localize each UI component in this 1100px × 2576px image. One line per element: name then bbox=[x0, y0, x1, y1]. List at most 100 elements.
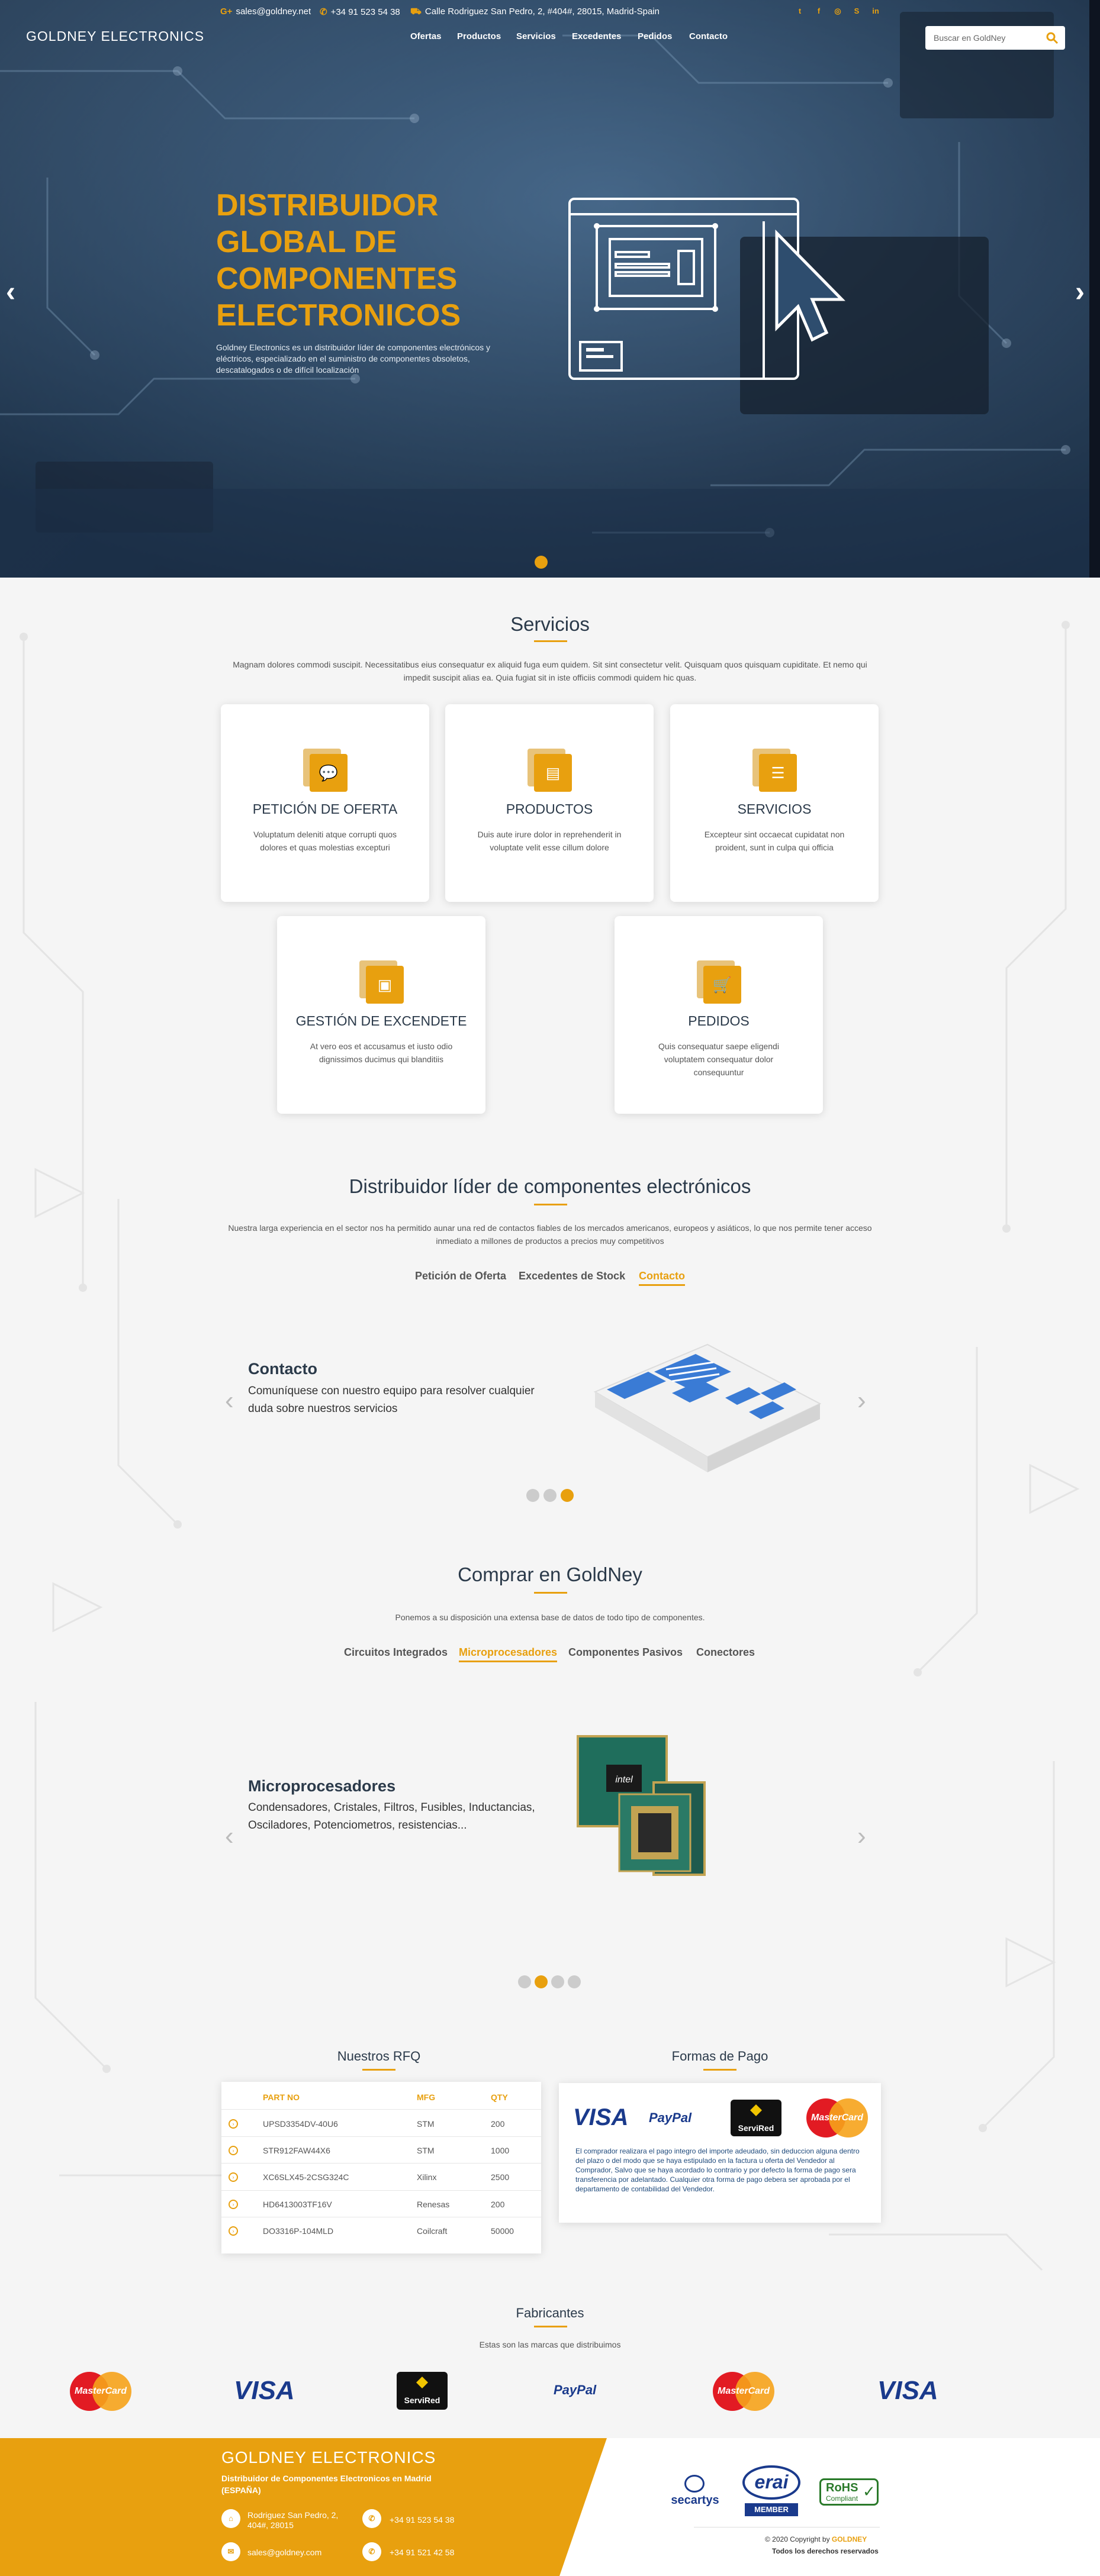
card-text: Duis aute irure dolor in reprehenderit i… bbox=[477, 830, 622, 852]
skype-icon[interactable]: S bbox=[850, 5, 863, 18]
phone-icon: ✆ bbox=[320, 7, 327, 17]
comprar-slide-dot-1[interactable] bbox=[518, 1975, 531, 1988]
topbar-email[interactable]: G+ sales@goldney.net bbox=[220, 7, 311, 17]
map-marker-icon: ⌂ bbox=[221, 2509, 240, 2528]
rfq-header-part: PART NO bbox=[263, 2093, 300, 2102]
payment-title: Formas de Pago bbox=[671, 2049, 768, 2064]
tab-microprocesadores[interactable]: Microprocesadores bbox=[459, 1646, 558, 1662]
servicios-title-underline bbox=[534, 640, 567, 642]
brand-logo-visa-2[interactable]: VISA bbox=[877, 2376, 938, 2406]
brand-logo-paypal[interactable]: PayPal bbox=[554, 2382, 596, 2398]
footer-white-panel bbox=[559, 2438, 1100, 2576]
twitter-icon[interactable]: t bbox=[793, 5, 806, 18]
rfq-part[interactable]: XC6SLX45-2CSG324C bbox=[263, 2172, 349, 2182]
servicios-title: Servicios bbox=[510, 613, 590, 635]
tab-contacto[interactable]: Contacto bbox=[639, 1270, 685, 1286]
map-icon: ⛟ bbox=[410, 7, 422, 17]
brand-logo-servired[interactable]: ServiRed bbox=[397, 2372, 448, 2410]
service-card-pedidos[interactable]: 🛒 PEDIDOS Quis consequatur saepe eligend… bbox=[615, 916, 823, 1114]
footer-phone-1[interactable]: +34 91 523 54 38 bbox=[390, 2515, 454, 2525]
rfq-part[interactable]: UPSD3354DV-40U6 bbox=[263, 2119, 338, 2129]
rfq-part[interactable]: DO3316P-104MLD bbox=[263, 2226, 333, 2236]
distribuidor-title-underline bbox=[534, 1204, 567, 1205]
footer-copyright: © 2020 Copyright by GOLDNEY bbox=[765, 2535, 867, 2543]
search-input[interactable]: Buscar en GoldNey bbox=[925, 26, 1065, 50]
comprar-slide-dot-2[interactable] bbox=[535, 1975, 548, 1988]
distribuidor-slide-dot-3[interactable] bbox=[561, 1489, 574, 1502]
brand-logo-visa[interactable]: VISA bbox=[234, 2376, 295, 2406]
service-card-servicios[interactable]: ☰ SERVICIOS Excepteur sint occaecat cupi… bbox=[670, 704, 879, 902]
distribuidor-slide-text: Comuníquese con nuestro equipo para reso… bbox=[248, 1385, 535, 1415]
distribuidor-prev-arrow[interactable]: ‹ bbox=[225, 1386, 234, 1416]
rfq-title-underline bbox=[362, 2069, 395, 2071]
email-icon: ✉ bbox=[221, 2542, 240, 2561]
linkedin-icon[interactable]: in bbox=[869, 5, 882, 18]
chevron-right-icon[interactable]: › bbox=[229, 2146, 238, 2155]
rfq-qty: 50000 bbox=[491, 2226, 514, 2236]
site-logo[interactable]: GOLDNEY ELECTRONICS bbox=[26, 28, 204, 44]
distribuidor-description: Nuestra larga experiencia en el sector n… bbox=[228, 1223, 872, 1246]
comprar-slide-dot-4[interactable] bbox=[568, 1975, 581, 1988]
brand-logo-mastercard-2[interactable]: MasterCard bbox=[713, 2372, 774, 2411]
server-icon: ☰ bbox=[759, 754, 797, 792]
topbar-phone[interactable]: ✆ +34 91 523 54 38 bbox=[320, 7, 400, 17]
footer-phone-2[interactable]: +34 91 521 42 58 bbox=[390, 2548, 454, 2558]
footer-subtitle: Distribuidor de Componentes Electronicos… bbox=[221, 2474, 432, 2495]
tab-circuitos-integrados[interactable]: Circuitos Integrados bbox=[344, 1646, 448, 1659]
phone-icon: ✆ bbox=[362, 2509, 381, 2528]
comprar-slide-text: Condensadores, Cristales, Filtros, Fusib… bbox=[248, 1801, 535, 1832]
comprar-slide-dot-3[interactable] bbox=[551, 1975, 564, 1988]
chevron-right-icon[interactable]: › bbox=[229, 2172, 238, 2182]
hero-slide-dot[interactable] bbox=[535, 556, 548, 569]
nav-ofertas[interactable]: Ofertas bbox=[410, 31, 442, 41]
card-title: PRODUCTOS bbox=[506, 801, 593, 817]
chevron-right-icon[interactable]: › bbox=[229, 2119, 238, 2129]
footer-rights: Todos los derechos reservados bbox=[772, 2547, 879, 2555]
distribuidor-slide-dot-2[interactable] bbox=[543, 1489, 557, 1502]
distribuidor-slide-dot-1[interactable] bbox=[526, 1489, 539, 1502]
distribuidor-slide-title: Contacto bbox=[248, 1360, 317, 1378]
checkmark-icon: ✓ bbox=[863, 2482, 876, 2500]
footer-address: Rodriguez San Pedro, 2, 404#, 28015 bbox=[247, 2510, 339, 2530]
chevron-right-icon[interactable]: › bbox=[229, 2200, 238, 2209]
rfq-table: PART NO MFG QTY › UPSD3354DV-40U6 STM 20… bbox=[221, 2082, 541, 2253]
payment-title-underline bbox=[703, 2069, 736, 2071]
instagram-icon[interactable]: ◎ bbox=[831, 5, 844, 18]
distribuidor-next-arrow[interactable]: › bbox=[857, 1386, 866, 1416]
card-title: PEDIDOS bbox=[688, 1013, 750, 1029]
nav-servicios[interactable]: Servicios bbox=[516, 31, 556, 41]
rfq-part[interactable]: HD6413003TF16V bbox=[263, 2200, 332, 2209]
microprocessor-image: intel bbox=[577, 1735, 706, 1876]
rohs-compliant-logo: RoHS Compliant ✓ bbox=[819, 2478, 879, 2506]
tab-excedentes-stock[interactable]: Excedentes de Stock bbox=[519, 1270, 625, 1282]
nav-contacto[interactable]: Contacto bbox=[689, 31, 728, 41]
search-icon[interactable] bbox=[1045, 31, 1059, 45]
hero-next-arrow[interactable]: › bbox=[1075, 276, 1085, 308]
tab-componentes-pasivos[interactable]: Componentes Pasivos bbox=[568, 1646, 683, 1659]
nav-productos[interactable]: Productos bbox=[457, 31, 501, 41]
chevron-right-icon[interactable]: › bbox=[229, 2226, 238, 2236]
comprar-title: Comprar en GoldNey bbox=[458, 1563, 642, 1585]
card-title: PETICIÓN DE OFERTA bbox=[252, 801, 398, 817]
payment-card: VISA PayPal ServiRed MasterCard El compr… bbox=[559, 2083, 881, 2223]
comprar-prev-arrow[interactable]: ‹ bbox=[225, 1821, 234, 1851]
service-card-peticion[interactable]: 💬 PETICIÓN DE OFERTA Voluptatum deleniti… bbox=[221, 704, 429, 902]
service-card-productos[interactable]: ▤ PRODUCTOS Duis aute irure dolor in rep… bbox=[445, 704, 654, 902]
brand-logo-mastercard[interactable]: MasterCard bbox=[70, 2372, 131, 2411]
tab-conectores[interactable]: Conectores bbox=[696, 1646, 755, 1659]
footer-email[interactable]: sales@goldney.com bbox=[247, 2548, 321, 2558]
visa-logo: VISA bbox=[573, 2104, 629, 2130]
nav-pedidos[interactable]: Pedidos bbox=[638, 31, 672, 41]
comprar-next-arrow[interactable]: › bbox=[857, 1821, 866, 1851]
nav-excedentes[interactable]: Excedentes bbox=[572, 31, 621, 41]
hero-title: DISTRIBUIDOR GLOBAL DE COMPONENTES ELECT… bbox=[216, 188, 461, 333]
rfq-mfg: Xilinx bbox=[417, 2172, 437, 2182]
facebook-icon[interactable]: f bbox=[812, 5, 825, 18]
payment-terms-text: El comprador realizara el pago integro d… bbox=[575, 2147, 860, 2193]
card-title: GESTIÓN DE EXCENDETE bbox=[295, 1013, 467, 1029]
rfq-qty: 200 bbox=[491, 2200, 505, 2209]
tab-peticion-oferta[interactable]: Petición de Oferta bbox=[415, 1270, 506, 1282]
hero-prev-arrow[interactable]: ‹ bbox=[6, 276, 15, 308]
service-card-gestion[interactable]: ▣ GESTIÓN DE EXCENDETE At vero eos et ac… bbox=[277, 916, 485, 1114]
rfq-part[interactable]: STR912FAW44X6 bbox=[263, 2146, 330, 2155]
